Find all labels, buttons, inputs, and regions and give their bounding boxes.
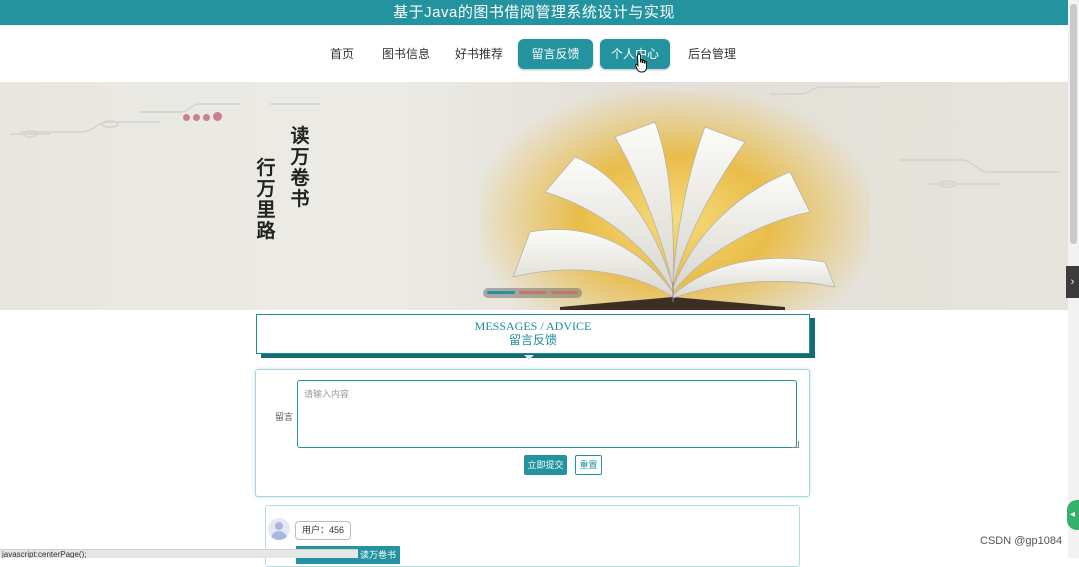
open-book-icon <box>512 121 836 310</box>
avatar <box>268 518 290 540</box>
nav-book-info[interactable]: 图书信息 <box>378 39 434 69</box>
slider-dot-2[interactable] <box>519 291 547 294</box>
browser-statusbar: javascript:centerPage(); <box>0 549 358 558</box>
floating-action-icon[interactable]: ◂ <box>1067 500 1079 530</box>
message-label: 留言 <box>275 412 294 422</box>
reset-button[interactable]: 重置 <box>575 455 602 475</box>
messages-heading-en: MESSAGES / ADVICE <box>474 319 592 333</box>
comment-user: 用户：456 <box>295 521 352 540</box>
chevron-right-icon[interactable]: › <box>1066 266 1079 298</box>
app-title: 基于Java的图书借阅管理系统设计与实现 <box>0 0 1068 25</box>
banner-poem-line2: 行万里路 <box>256 157 276 242</box>
nav-home[interactable]: 首页 <box>322 39 362 69</box>
banner-slider-indicator[interactable] <box>483 288 582 298</box>
slider-dot-3[interactable] <box>551 291 578 294</box>
nav-feedback[interactable]: 留言反馈 <box>518 39 593 69</box>
submit-button[interactable]: 立即提交 <box>524 455 567 475</box>
banner-poem-line1: 读万卷书 <box>290 125 310 210</box>
resize-grip-icon[interactable] <box>792 441 799 448</box>
nav-recommend[interactable]: 好书推荐 <box>451 39 507 69</box>
messages-heading-cn: 留言反馈 <box>508 333 557 347</box>
messages-header: MESSAGES / ADVICE 留言反馈 <box>256 314 810 354</box>
hand-cursor-icon <box>635 53 647 73</box>
message-textarea[interactable]: 请输入内容 <box>297 380 797 448</box>
hero-banner: 读万卷书 行万里路 <box>0 82 1068 310</box>
caret-down-icon <box>524 355 534 360</box>
scrollbar-thumb[interactable] <box>1070 4 1077 244</box>
slider-dot-1[interactable] <box>487 291 515 294</box>
message-form: 留言 请输入内容 立即提交 重置 <box>255 369 810 497</box>
csdn-watermark: CSDN @gp1084 <box>980 535 1063 547</box>
top-nav: 首页 图书信息 好书推荐 留言反馈 个人中心 后台管理 <box>0 25 1068 82</box>
nav-admin[interactable]: 后台管理 <box>683 39 741 69</box>
decorative-dots <box>183 108 225 126</box>
